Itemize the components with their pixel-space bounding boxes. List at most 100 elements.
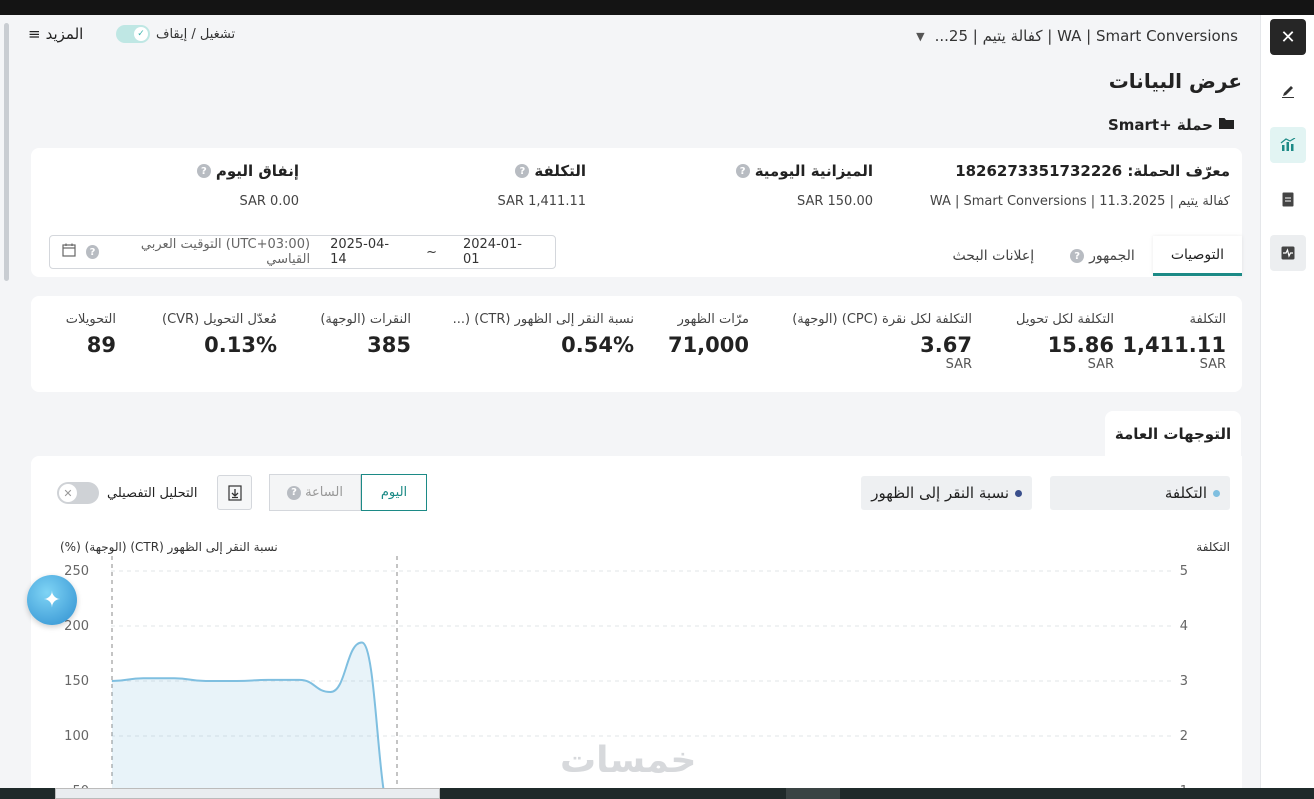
header-row: WA | Smart Conversions | كفالة يتيم | 25…	[16, 15, 1256, 57]
campaign-select[interactable]: WA | Smart Conversions | كفالة يتيم | 25…	[908, 21, 1246, 51]
folder-icon	[1219, 116, 1234, 134]
seg-hour[interactable]: الساعة ?	[269, 474, 361, 511]
seg-label: اليوم	[380, 485, 408, 500]
granularity-toggle: اليوم الساعة ?	[269, 474, 427, 511]
help-icon: ?	[287, 485, 302, 500]
legend-label: التكلفة	[1164, 484, 1207, 502]
tab-trends[interactable]: التوجهات العامة	[1105, 411, 1241, 457]
campaign-name: WA | Smart Conversions | كفالة يتيم | 11…	[929, 194, 1230, 209]
menu-icon: ≡	[28, 25, 41, 43]
cost-col: التكلفة ? SAR 1,411.11	[498, 162, 586, 209]
scrollbar[interactable]	[4, 23, 9, 281]
cost-label: التكلفة	[534, 162, 586, 180]
detail-analysis: التحليل التفصيلي ✕	[57, 482, 198, 504]
metric-label: التحويلات	[65, 312, 116, 327]
metric-value: 15.86	[1047, 333, 1114, 357]
taskbar-window[interactable]	[55, 788, 440, 799]
metric-cpc: التكلفة لكل نقرة (CPC) (الوجهة) 3.67 SAR	[792, 312, 972, 372]
campaign-id-label: معرّف الحملة: 1826273351732226	[955, 162, 1230, 180]
taskbar-item[interactable]	[786, 788, 840, 799]
detail-toggle[interactable]: ✕	[57, 482, 99, 504]
data-view-button[interactable]	[1270, 127, 1306, 163]
caret-down-icon: ▼	[916, 29, 925, 43]
bar-chart-icon	[1280, 138, 1296, 151]
help-icon: ?	[1070, 249, 1085, 263]
pencil-icon	[1282, 86, 1294, 98]
legend-label: نسبة النقر إلى الظهور	[871, 484, 1009, 502]
tab-audience[interactable]: الجمهور ?	[1052, 236, 1153, 276]
date-start[interactable]: 2024-01-01	[463, 237, 533, 267]
daily-budget-value: SAR 150.00	[796, 194, 873, 209]
metric-ctr: نسبة النقر إلى الظهور (CTR) (... 0.54%	[453, 312, 634, 357]
metric-unit: SAR	[1199, 357, 1226, 372]
edit-button[interactable]	[1270, 73, 1306, 109]
activity-button[interactable]	[1270, 235, 1306, 271]
campaign-toggle[interactable]: ✓	[116, 25, 150, 43]
metrics-card: التكلفة 1,411.11 SAR التكلفة لكل تحويل 1…	[31, 296, 1242, 392]
metric-label: مرّات الظهور	[677, 312, 749, 327]
daily-budget-label: الميزانية اليومية	[754, 162, 873, 180]
download-icon	[227, 484, 242, 501]
legend-ctr[interactable]: نسبة النقر إلى الظهور	[861, 476, 1032, 510]
metric-cvr: مُعدّل التحويل (CVR) 0.13%	[162, 312, 277, 357]
right-axis-title: التكلفة	[1196, 540, 1230, 554]
app-root: WA | Smart Conversions | كفالة يتيم | 25…	[0, 15, 1314, 796]
seg-day[interactable]: اليوم	[361, 474, 427, 511]
timezone-label: (UTC+03:00) التوقيت العربي القياسي	[140, 237, 311, 267]
close-button[interactable]: ✕	[1270, 19, 1306, 55]
legend-cost[interactable]: التكلفة	[1050, 476, 1230, 510]
right-sidebar: ✕	[1260, 15, 1314, 788]
download-button[interactable]	[217, 475, 252, 510]
tab-label: الجمهور	[1089, 248, 1135, 264]
tab-recommendations[interactable]: التوصيات	[1152, 236, 1242, 276]
spend-today-value: SAR 0.00	[239, 194, 300, 209]
metric-label: التكلفة لكل نقرة (CPC) (الوجهة)	[792, 312, 972, 327]
close-icon: ✕	[1280, 26, 1296, 48]
help-icon[interactable]: ?	[196, 164, 211, 178]
metric-label: التكلفة لكل تحويل	[1016, 312, 1114, 327]
tab-label: التوصيات	[1170, 246, 1224, 263]
series-dot	[1213, 489, 1220, 497]
seg-label: الساعة	[305, 485, 343, 500]
metric-value: 71,000	[667, 333, 749, 357]
watermark: خمسات	[560, 740, 697, 781]
metric-value: 385	[367, 333, 411, 357]
window-top-bar	[0, 0, 1314, 15]
spend-today-col: إنفاق اليوم ? SAR 0.00	[196, 162, 300, 209]
metric-cost: التكلفة 1,411.11 SAR	[1122, 312, 1226, 372]
detail-label: التحليل التفصيلي	[107, 485, 198, 501]
metric-unit: SAR	[945, 357, 972, 372]
metric-cost-per-conversion: التكلفة لكل تحويل 15.86 SAR	[1016, 312, 1114, 372]
tabs: التوصيات الجمهور ? إعلانات البحث	[935, 231, 1242, 276]
series-area	[112, 642, 393, 796]
more-button[interactable]: المزيد ≡	[28, 25, 83, 43]
campaign-id-col: معرّف الحملة: 1826273351732226 WA | Smar…	[930, 162, 1230, 209]
daily-budget-header: الميزانية اليومية ?	[735, 162, 873, 180]
date-end[interactable]: 2025-04-14	[330, 237, 400, 267]
assistant-bot-icon[interactable]: ✦	[27, 575, 77, 625]
help-icon[interactable]: ?	[86, 245, 99, 259]
campaign-select-label: WA | Smart Conversions | كفالة يتيم | 25…	[934, 27, 1238, 45]
spend-today-label: إنفاق اليوم	[215, 162, 299, 180]
right-tick-label: 4	[1180, 619, 1188, 634]
series-dot	[1015, 489, 1022, 497]
help-icon[interactable]: ?	[515, 164, 530, 178]
left-tick-label: 100	[64, 729, 89, 744]
tab-search-ads[interactable]: إعلانات البحث	[935, 236, 1053, 276]
right-tick-label: 5	[1180, 564, 1188, 579]
date-range-picker[interactable]: ? (UTC+03:00) التوقيت العربي القياسي 202…	[49, 235, 556, 269]
right-tick-label: 2	[1180, 729, 1188, 744]
activity-icon	[1281, 246, 1295, 260]
page-title: عرض البيانات	[1108, 69, 1242, 93]
metric-value: 89	[86, 333, 116, 357]
help-icon[interactable]: ?	[735, 164, 750, 178]
metric-impressions: مرّات الظهور 71,000	[668, 312, 749, 357]
cost-header: التكلفة ?	[498, 162, 586, 180]
series-line	[111, 641, 386, 796]
cost-value: SAR 1,411.11	[497, 194, 586, 209]
metric-conversions: التحويلات 89	[66, 312, 116, 357]
section-title-label: حملة +Smart	[1107, 116, 1213, 134]
document-button[interactable]	[1270, 181, 1306, 217]
metric-value: 0.13%	[204, 333, 277, 357]
metric-label: النقرات (الوجهة)	[320, 312, 411, 327]
